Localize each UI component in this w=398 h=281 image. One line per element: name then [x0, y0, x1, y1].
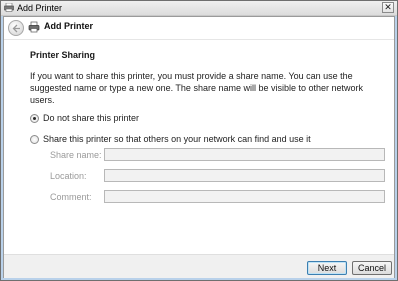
divider — [4, 39, 394, 40]
printer-icon — [4, 2, 14, 12]
printer-icon — [28, 21, 40, 33]
radio-label: Share this printer so that others on you… — [43, 134, 311, 144]
share-name-label: Share name: — [50, 150, 102, 160]
next-button[interactable]: Next — [307, 261, 347, 275]
radio-do-not-share[interactable]: Do not share this printer — [30, 113, 160, 125]
cancel-button[interactable]: Cancel — [352, 261, 392, 275]
back-arrow-icon — [12, 24, 20, 33]
radio-button-checked[interactable] — [30, 114, 39, 123]
comment-label: Comment: — [50, 192, 92, 202]
add-printer-window: Add Printer ✕ Add Printer Printer Sharin… — [0, 0, 398, 281]
wizard-title: Add Printer — [44, 21, 94, 31]
back-button[interactable] — [8, 20, 24, 36]
button-bar: Next Cancel — [4, 254, 394, 278]
window-title: Add Printer — [17, 3, 63, 13]
close-icon: ✕ — [384, 2, 392, 12]
share-name-field[interactable] — [104, 148, 385, 161]
close-button[interactable]: ✕ — [382, 2, 394, 13]
radio-button[interactable] — [30, 135, 39, 144]
radio-label: Do not share this printer — [43, 113, 140, 123]
wizard-navigation-bar: Add Printer — [4, 17, 394, 39]
wizard-client-area: Add Printer Printer Sharing If you want … — [3, 16, 395, 278]
page-title: Printer Sharing — [30, 50, 96, 60]
radio-share-printer[interactable]: Share this printer so that others on you… — [30, 134, 311, 146]
page-description: If you want to share this printer, you m… — [30, 71, 364, 105]
title-bar: Add Printer ✕ — [1, 1, 397, 16]
location-field[interactable] — [104, 169, 385, 182]
location-label: Location: — [50, 171, 87, 181]
comment-field[interactable] — [104, 190, 385, 203]
